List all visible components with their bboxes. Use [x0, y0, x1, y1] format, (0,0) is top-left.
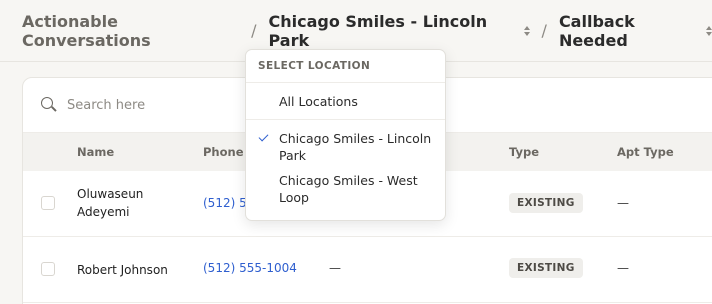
check-icon	[258, 131, 269, 142]
location-option-label: Chicago Smiles - Lincoln Park	[279, 131, 432, 163]
breadcrumb-separator: /	[251, 21, 257, 40]
type-badge: EXISTING	[509, 193, 583, 213]
filter-selector-label: Callback Needed	[558, 11, 635, 50]
column-header-phone[interactable]: Phone	[203, 145, 244, 159]
filter-selector[interactable]: Callback Needed	[559, 12, 712, 50]
breadcrumb-separator: /	[541, 21, 547, 40]
patient-name[interactable]: Oluwaseun Adeyemi	[77, 185, 167, 221]
column-header-name[interactable]: Name	[77, 145, 114, 159]
apt-type-value: —	[617, 196, 629, 210]
location-option-west-loop[interactable]: Chicago Smiles - West Loop	[246, 168, 445, 214]
apt-type-value: —	[617, 261, 629, 275]
type-badge: EXISTING	[509, 258, 583, 278]
column-header-type[interactable]: Type	[509, 145, 539, 159]
patient-name[interactable]: Robert Johnson	[77, 261, 168, 279]
location-option-label: Chicago Smiles - West Loop	[279, 173, 418, 205]
location-option-all[interactable]: All Locations	[246, 83, 445, 120]
location-option-label: All Locations	[279, 93, 358, 109]
search-icon	[41, 97, 57, 113]
location-option-lincoln-park[interactable]: Chicago Smiles - Lincoln Park	[246, 120, 445, 168]
breadcrumb-root[interactable]: Actionable Conversations	[22, 12, 239, 50]
location-selector[interactable]: Chicago Smiles - Lincoln Park	[268, 11, 530, 50]
patient-phone[interactable]: (512) 555-1004	[203, 261, 297, 275]
dropdown-title: SELECT LOCATION	[246, 50, 445, 83]
search-input[interactable]: Search here	[67, 98, 145, 113]
column-header-apt-type[interactable]: Apt Type	[617, 145, 674, 159]
chevron-updown-icon	[523, 25, 530, 36]
location-selector-label: Chicago Smiles - Lincoln Park	[268, 11, 488, 50]
chevron-updown-icon	[706, 25, 712, 36]
table-row[interactable]: Robert Johnson (512) 555-1004 — EXISTING…	[23, 237, 712, 303]
location-dropdown: SELECT LOCATION All Locations Chicago Sm…	[245, 49, 446, 221]
row-checkbox[interactable]	[41, 196, 55, 210]
extra-value: —	[329, 261, 341, 275]
row-checkbox[interactable]	[41, 262, 55, 276]
